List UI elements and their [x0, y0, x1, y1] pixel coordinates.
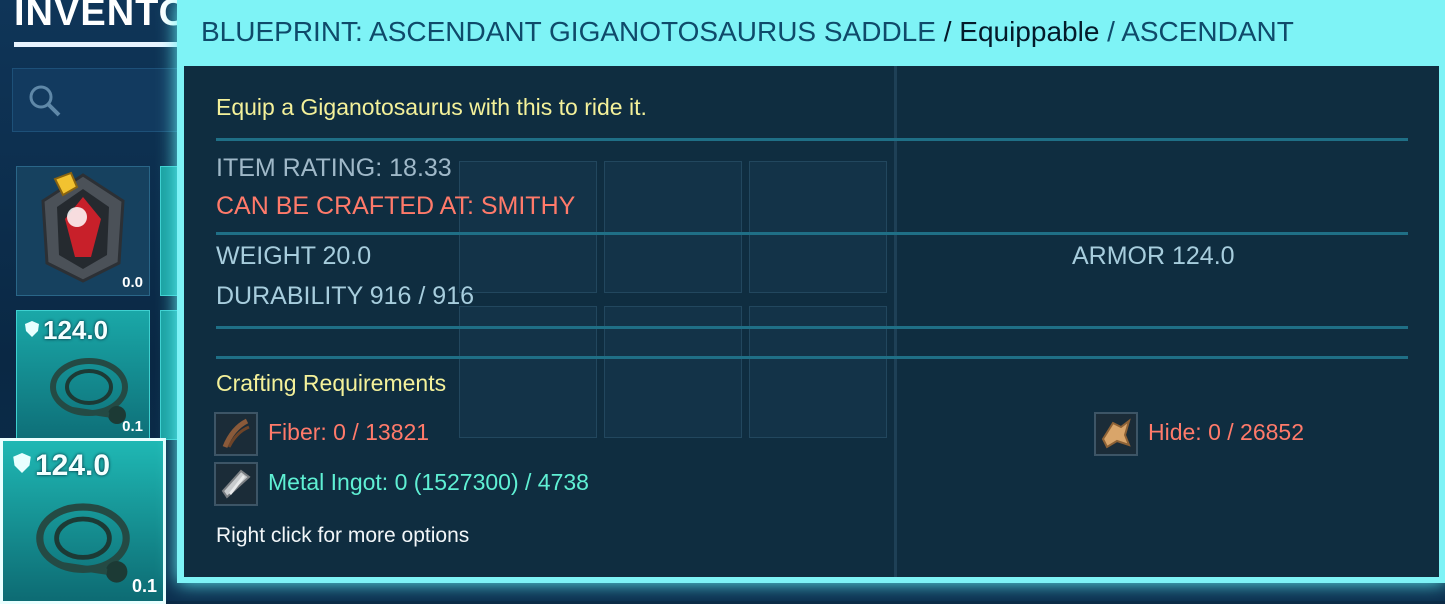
item-tooltip: BLUEPRINT: ASCENDANT GIGANOTOSAURUS SADD…: [177, 0, 1445, 583]
blueprint-engram-icon: [41, 171, 125, 283]
item-durability: DURABILITY 916 / 916: [216, 282, 475, 310]
item-quality: ASCENDANT: [1121, 16, 1294, 47]
requirement-fiber: Fiber: 0 / 13821: [214, 412, 429, 456]
divider: [216, 138, 1408, 141]
search-icon: [29, 85, 61, 117]
header-separator: /: [935, 16, 960, 47]
background-divider: [894, 66, 897, 577]
header-separator: /: [1099, 16, 1122, 47]
background-slot: [459, 161, 597, 293]
slot-weight: 0.1: [131, 576, 157, 596]
requirement-hide: Hide: 0 / 26852: [1094, 412, 1304, 456]
background-slot: [604, 161, 742, 293]
item-category: Equippable: [959, 16, 1100, 47]
shield-icon: [25, 321, 39, 337]
inventory-slot-blueprint[interactable]: 0.0: [16, 166, 150, 296]
item-armor: ARMOR 124.0: [1072, 242, 1235, 270]
inventory-slot-saddle-selected[interactable]: 124.0 0.1: [0, 438, 166, 604]
slot-weight: 0.1: [122, 418, 143, 435]
background-slot: [749, 161, 887, 293]
item-type: BLUEPRINT: ASCENDANT GIGANOTOSAURUS SADD…: [201, 16, 936, 47]
slot-weight: 0.0: [122, 274, 143, 291]
metal-ingot-icon: [214, 462, 258, 506]
fiber-icon: [214, 412, 258, 456]
item-description: Equip a Giganotosaurus with this to ride…: [216, 94, 647, 120]
divider: [216, 232, 1408, 235]
inventory-slot-saddle[interactable]: 124.0 0.1: [16, 310, 150, 440]
crafting-requirements-title: Crafting Requirements: [216, 370, 447, 396]
tooltip-header: BLUEPRINT: ASCENDANT GIGANOTOSAURUS SADD…: [201, 16, 1294, 48]
inventory-title-underline: [14, 42, 184, 47]
saddle-icon: [36, 503, 130, 583]
item-rating: ITEM RATING: 18.33: [216, 154, 452, 182]
hide-icon: [1094, 412, 1138, 456]
requirement-metal-ingot: Metal Ingot: 0 (1527300) / 4738: [214, 462, 589, 506]
slot-armor-value: 124.0: [25, 315, 108, 346]
item-weight: WEIGHT 20.0: [216, 242, 372, 270]
inventory-title: INVENTO: [14, 0, 190, 34]
divider: [216, 326, 1408, 329]
slot-armor-value: 124.0: [13, 449, 110, 483]
shield-icon: [13, 453, 31, 473]
tooltip-body: Equip a Giganotosaurus with this to ride…: [184, 66, 1439, 577]
crafting-station: CAN BE CRAFTED AT: SMITHY: [216, 192, 576, 220]
search-input[interactable]: [12, 68, 184, 132]
divider: [216, 356, 1408, 359]
right-click-hint: Right click for more options: [216, 524, 470, 547]
